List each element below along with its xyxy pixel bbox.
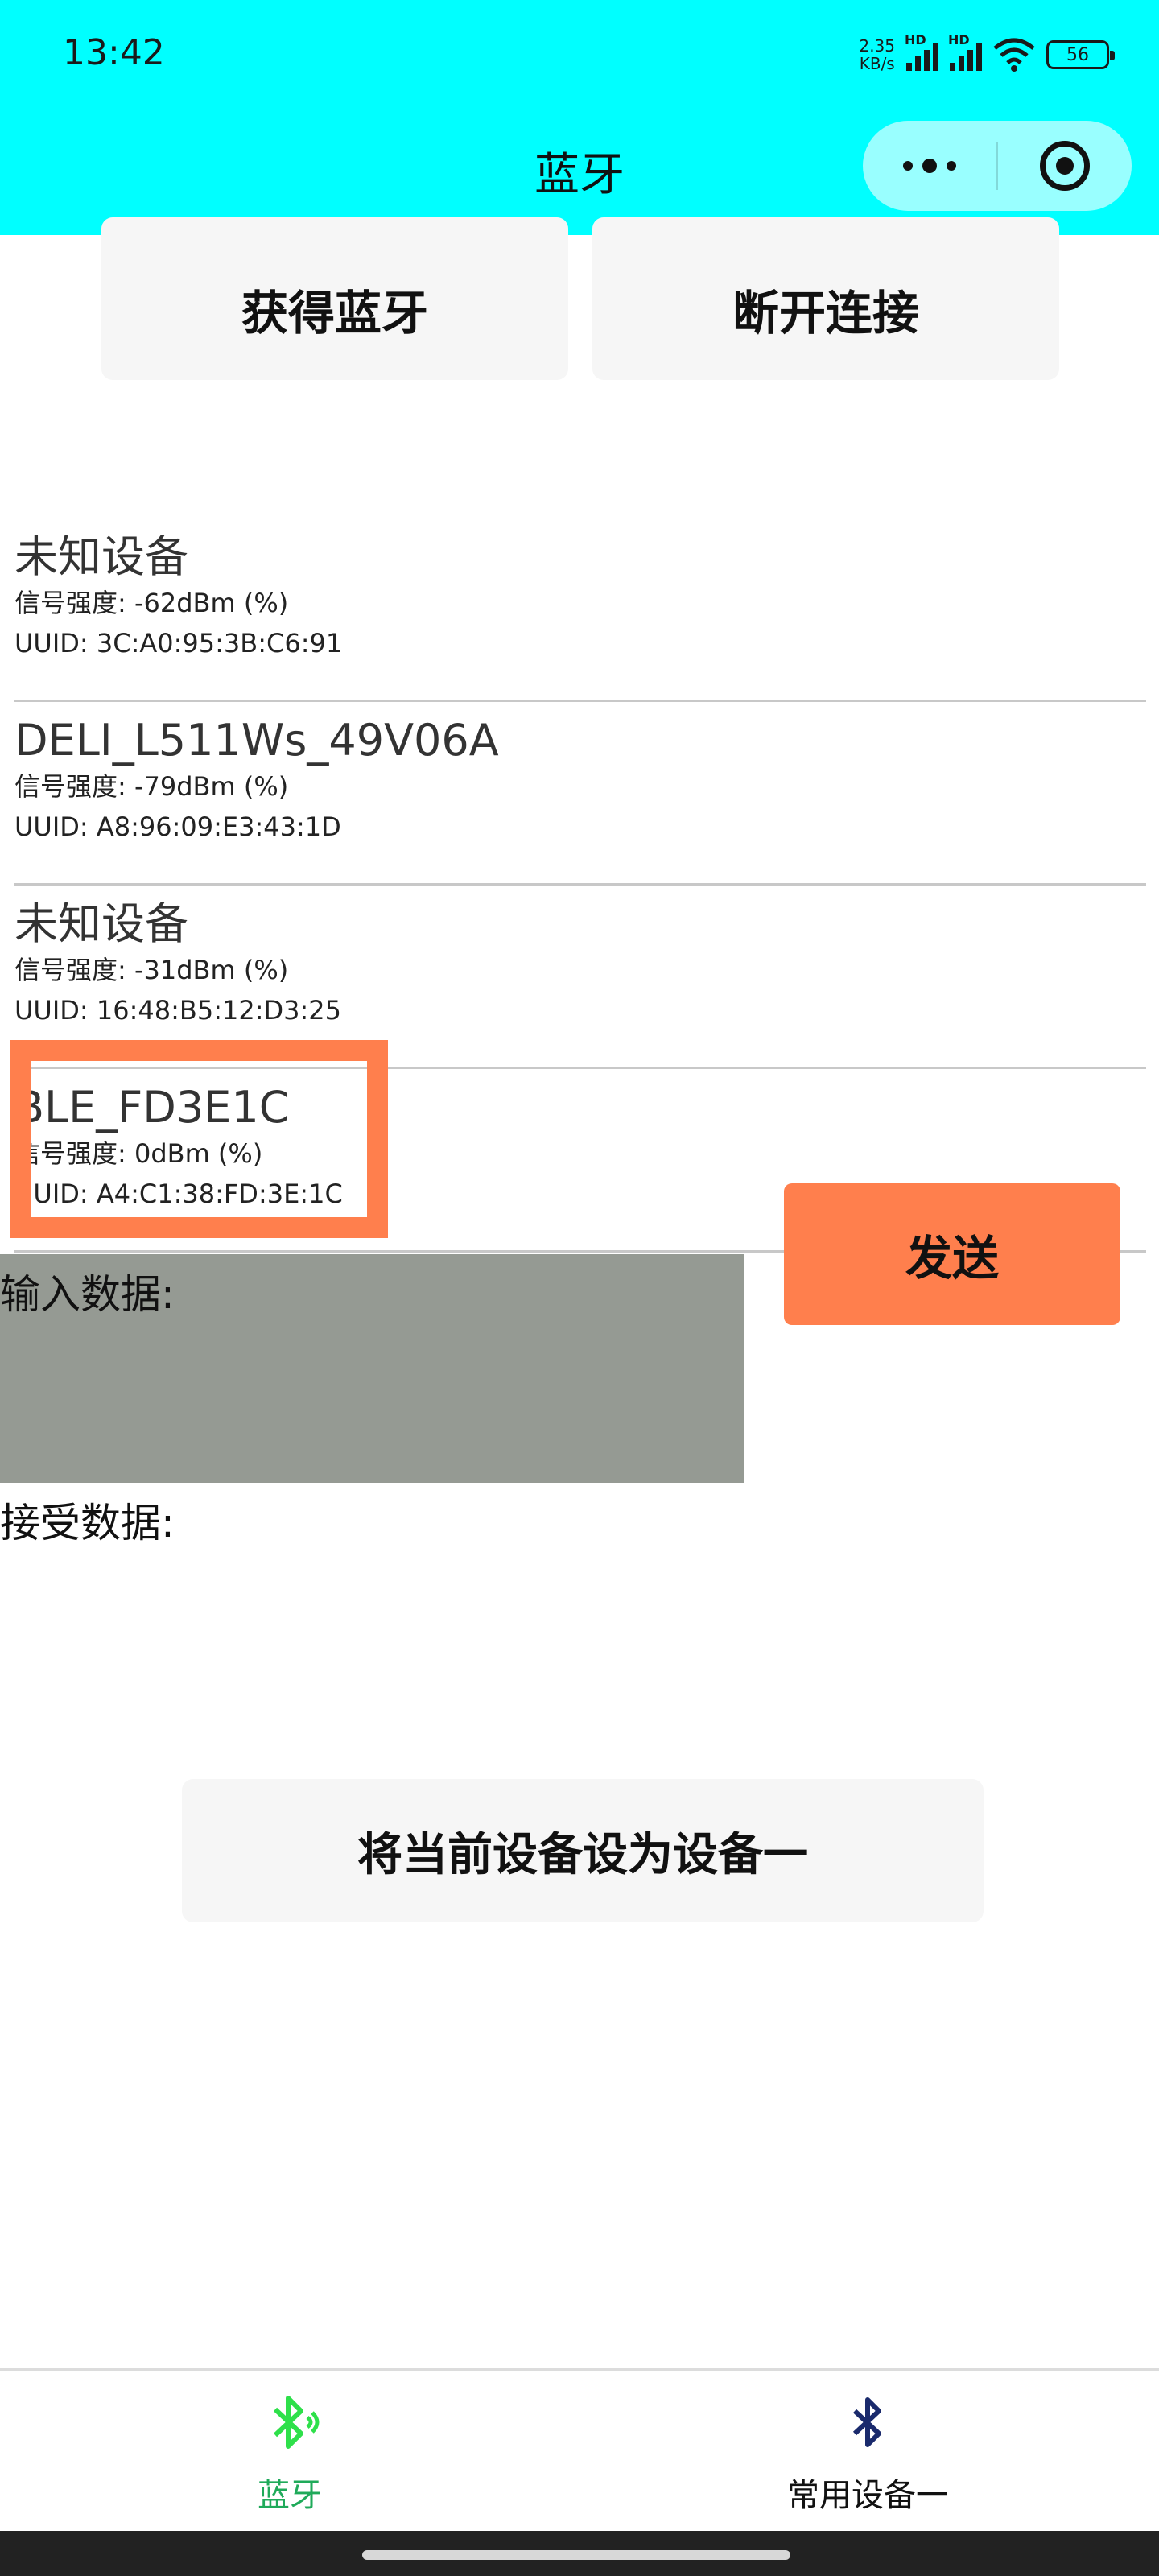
input-data-label: 输入数据: xyxy=(0,1271,175,1318)
received-data-label: 接受数据: xyxy=(0,1500,175,1546)
top-bar: 13:42 2.35 KB/s HD HD 56 蓝牙 xyxy=(0,0,1159,235)
dot-icon xyxy=(947,161,956,171)
wifi-icon xyxy=(993,38,1035,72)
device-signal: 信号强度: -79dBm (%) xyxy=(14,771,289,802)
signal-icon-2: HD xyxy=(948,32,982,71)
home-indicator[interactable] xyxy=(362,2550,790,2560)
status-icons: 2.35 KB/s HD HD 56 xyxy=(859,32,1115,77)
device-name: 未知设备 xyxy=(14,898,188,949)
send-button[interactable]: 发送 xyxy=(784,1183,1120,1325)
bluetooth-active-icon xyxy=(273,2396,320,2449)
device-signal: 信号强度: -62dBm (%) xyxy=(14,588,289,618)
dot-icon xyxy=(922,159,937,173)
network-speed-value: 2.35 xyxy=(859,36,895,56)
device-item[interactable]: 未知设备 信号强度: -62dBm (%) UUID: 3C:A0:95:3B:… xyxy=(14,518,1146,702)
tab-bar: 蓝牙 常用设备一 xyxy=(0,2368,1159,2531)
tab-label: 常用设备一 xyxy=(787,2477,948,2514)
bluetooth-icon xyxy=(852,2397,881,2447)
battery-icon: 56 xyxy=(1046,40,1115,69)
device-uuid: UUID: 3C:A0:95:3B:C6:91 xyxy=(14,628,343,658)
hd-badge-2: HD xyxy=(948,32,970,47)
tab-common-device[interactable]: 常用设备一 xyxy=(739,2387,996,2516)
network-speed: 2.35 KB/s xyxy=(859,37,895,72)
target-icon xyxy=(1040,141,1090,191)
device-uuid: UUID: A8:96:09:E3:43:1D xyxy=(14,811,341,842)
disconnect-button[interactable]: 断开连接 xyxy=(592,217,1059,380)
signal-icon: HD xyxy=(905,32,938,71)
status-time: 13:42 xyxy=(63,32,165,73)
selection-highlight xyxy=(10,1040,388,1238)
tab-label: 蓝牙 xyxy=(258,2477,322,2514)
hd-badge: HD xyxy=(905,32,926,47)
system-home-bar xyxy=(0,2531,1159,2576)
more-button[interactable] xyxy=(863,121,996,211)
tab-bluetooth[interactable]: 蓝牙 xyxy=(161,2387,419,2516)
device-signal: 信号强度: -31dBm (%) xyxy=(14,955,289,985)
get-bluetooth-button[interactable]: 获得蓝牙 xyxy=(101,217,568,380)
set-as-device-one-button[interactable]: 将当前设备设为设备一 xyxy=(182,1779,984,1922)
close-miniprogram-button[interactable] xyxy=(998,121,1132,211)
network-speed-unit: KB/s xyxy=(859,54,895,73)
miniprogram-capsule xyxy=(863,121,1132,211)
device-uuid: UUID: 16:48:B5:12:D3:25 xyxy=(14,995,341,1026)
device-item[interactable]: DELI_L511Ws_49V06A 信号强度: -79dBm (%) UUID… xyxy=(14,702,1146,886)
device-name: DELI_L511Ws_49V06A xyxy=(14,715,499,766)
device-name: 未知设备 xyxy=(14,531,188,582)
dot-icon xyxy=(903,161,913,171)
